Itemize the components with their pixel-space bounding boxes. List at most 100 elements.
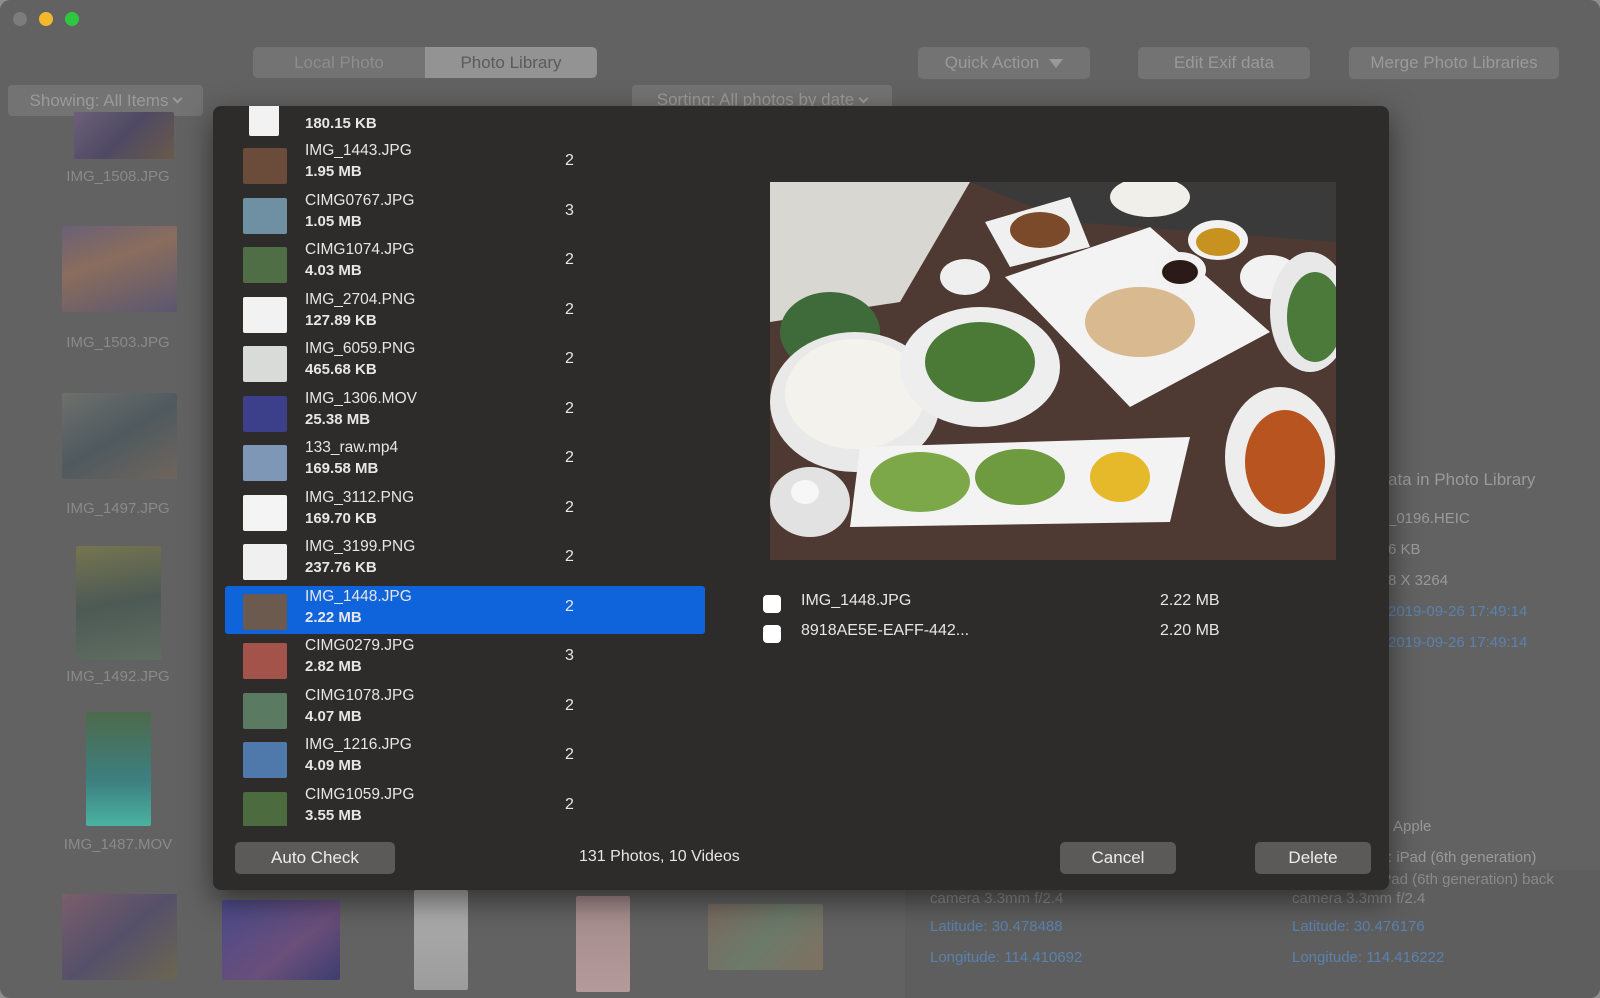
- file-thumbnail: [243, 494, 287, 531]
- photo-thumbnail[interactable]: [414, 890, 468, 990]
- info-dimensions: 8 X 3264: [1388, 572, 1449, 589]
- left-longitude: Longitude: 114.410692: [930, 949, 1083, 966]
- list-item[interactable]: CIMG1074.JPG 4.03 MB 2: [225, 239, 705, 287]
- auto-check-button[interactable]: Auto Check: [235, 842, 395, 874]
- duplicate-checkbox[interactable]: [763, 625, 781, 643]
- file-name: IMG_1448.JPG: [305, 587, 412, 605]
- file-size: 1.95 MB: [305, 163, 362, 180]
- left-latitude: Latitude: 30.478488: [930, 918, 1063, 935]
- photo-thumbnail[interactable]: [62, 894, 177, 980]
- title-bar: [0, 0, 1600, 38]
- photo-thumbnail[interactable]: [76, 546, 161, 660]
- tab-local-photo[interactable]: Local Photo: [253, 47, 425, 78]
- file-thumbnail: [243, 544, 287, 580]
- file-size: 1.05 MB: [305, 212, 362, 230]
- file-thumbnail: [243, 197, 287, 234]
- list-item[interactable]: 133_raw.mp4 169.58 MB 2: [225, 437, 705, 485]
- photo-thumbnail[interactable]: [62, 393, 177, 479]
- list-item[interactable]: IMG_2704.PNG 127.89 KB 2: [225, 289, 705, 337]
- file-name: CIMG1074.JPG: [305, 241, 415, 258]
- list-item[interactable]: IMG_1306.MOV 25.38 MB 2: [225, 388, 705, 436]
- merge-libraries-button[interactable]: Merge Photo Libraries: [1349, 47, 1559, 79]
- delete-button[interactable]: Delete: [1255, 842, 1371, 874]
- file-size: 2.82 MB: [305, 658, 362, 675]
- file-size: 25.38 MB: [305, 410, 371, 428]
- list-item[interactable]: CIMG1078.JPG 4.07 MB 2: [225, 685, 705, 733]
- list-item[interactable]: IMG_1448.JPG 2.22 MB 2: [225, 585, 705, 634]
- file-thumbnail: [243, 445, 287, 481]
- duplicate-count: 3: [565, 647, 574, 664]
- photo-label: IMG_1487.MOV: [63, 836, 173, 853]
- file-thumbnail: [243, 593, 287, 630]
- duplicate-file-row[interactable]: 8918AE5E-EAFF-442... 2.20 MB: [763, 620, 1243, 646]
- list-item[interactable]: IMG_3199.PNG 237.76 KB 2: [225, 536, 705, 584]
- photo-thumbnail[interactable]: [222, 900, 340, 980]
- duplicate-file-size: 2.22 MB: [1160, 592, 1220, 609]
- chevron-down-icon: [858, 93, 869, 103]
- photo-label: IMG_1497.JPG: [66, 500, 170, 517]
- photo-label: IMG_1508.JPG: [66, 168, 170, 185]
- duplicate-checkbox[interactable]: [763, 595, 781, 613]
- photo-thumbnail[interactable]: [708, 904, 823, 970]
- file-name: IMG_1216.JPG: [305, 736, 412, 753]
- file-name: IMG_1443.JPG: [305, 142, 412, 159]
- file-size: 465.68 KB: [305, 361, 377, 378]
- file-size: 2.22 MB: [305, 608, 362, 626]
- duplicate-groups-list[interactable]: 180.15 KB 3 IMG_1443.JPG 1.95 MB 2 CIMG0767…: [225, 106, 705, 826]
- right-latitude: Latitude: 30.476176: [1292, 918, 1425, 935]
- file-size: 4.03 MB: [305, 262, 362, 279]
- duplicate-count: 2: [565, 548, 574, 565]
- list-item[interactable]: CIMG1059.JPG 3.55 MB 2: [225, 784, 705, 826]
- info-panel-title: ata in Photo Library: [1388, 470, 1536, 489]
- photo-thumbnail[interactable]: [86, 712, 151, 826]
- list-item[interactable]: IMG_1216.JPG 4.09 MB 2: [225, 734, 705, 782]
- file-name: 133_raw.mp4: [305, 439, 399, 456]
- list-item[interactable]: IMG_6059.PNG 465.68 KB 2: [225, 338, 705, 386]
- list-item[interactable]: CIMG0279.JPG 2.82 MB 3: [225, 635, 705, 683]
- photo-thumbnail[interactable]: [62, 226, 177, 312]
- duplicate-count: 2: [565, 498, 574, 516]
- file-thumbnail: [243, 643, 287, 679]
- list-item[interactable]: CIMG0767.JPG 1.05 MB 3: [225, 190, 705, 238]
- list-item[interactable]: IMG_3112.PNG 169.70 KB 2: [225, 487, 705, 535]
- file-size: 4.09 MB: [305, 757, 362, 774]
- duplicate-count: 2: [565, 399, 574, 417]
- file-name: CIMG1059.JPG: [305, 785, 415, 803]
- file-name: CIMG1078.JPG: [305, 686, 415, 704]
- photo-label: IMG_1503.JPG: [66, 334, 170, 351]
- info-filesize: 6 KB: [1388, 541, 1421, 558]
- edit-exif-button[interactable]: Edit Exif data: [1138, 47, 1310, 79]
- file-thumbnail: [243, 296, 287, 333]
- close-window-button[interactable]: [13, 12, 27, 26]
- file-name: CIMG0767.JPG: [305, 191, 415, 209]
- info-date-modified: 2019-09-26 17:49:14: [1388, 634, 1528, 651]
- photo-thumbnail[interactable]: [74, 112, 174, 159]
- info-model: : iPad (6th generation): [1388, 849, 1537, 866]
- file-size: 169.58 MB: [305, 460, 379, 477]
- info-date-created: 2019-09-26 17:49:14: [1388, 603, 1528, 620]
- photo-thumbnail[interactable]: [576, 896, 630, 992]
- chevron-down-icon: [173, 93, 183, 104]
- triangle-down-icon: [1049, 58, 1064, 68]
- file-name: IMG_3199.PNG: [305, 538, 416, 555]
- file-thumbnail: [243, 247, 287, 283]
- duplicate-count: 2: [565, 350, 574, 367]
- duplicate-file-row[interactable]: IMG_1448.JPG 2.22 MB: [763, 590, 1243, 616]
- file-name: CIMG0279.JPG: [305, 637, 415, 654]
- file-size: 180.15 KB: [305, 115, 377, 132]
- zoom-window-button[interactable]: [65, 12, 79, 26]
- file-thumbnail: [243, 148, 287, 184]
- cancel-button[interactable]: Cancel: [1060, 842, 1176, 874]
- duplicate-file-name: IMG_1448.JPG: [801, 592, 912, 609]
- quick-action-button[interactable]: Quick Action: [918, 47, 1090, 79]
- photo-label: IMG_1492.JPG: [66, 668, 170, 685]
- right-longitude: Longitude: 114.416222: [1292, 949, 1445, 966]
- duplicate-count: 2: [565, 152, 574, 169]
- source-segmented-control: Local Photo Photo Library: [253, 47, 597, 78]
- tab-photo-library[interactable]: Photo Library: [425, 47, 597, 78]
- list-item[interactable]: IMG_1443.JPG 1.95 MB 2: [225, 140, 705, 188]
- duplicate-file-name: 8918AE5E-EAFF-442...: [801, 622, 970, 639]
- file-thumbnail: [243, 346, 287, 382]
- list-item[interactable]: 180.15 KB 3: [225, 106, 705, 140]
- minimize-window-button[interactable]: [39, 12, 53, 26]
